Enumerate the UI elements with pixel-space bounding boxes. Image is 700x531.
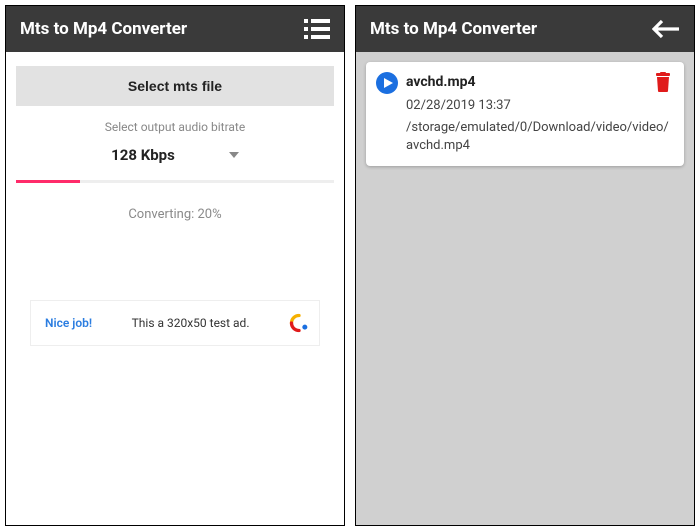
progress-bar <box>16 180 334 183</box>
admob-icon <box>289 313 309 333</box>
header-bar: Mts to Mp4 Converter <box>356 6 694 52</box>
chevron-down-icon <box>229 152 239 158</box>
output-list-screen: Mts to Mp4 Converter avchd.mp4 <box>355 5 695 526</box>
progress-text: Converting: 20% <box>16 207 334 222</box>
file-path: /storage/emulated/0/Download/video/video… <box>406 119 672 154</box>
file-name: avchd.mp4 <box>406 74 476 90</box>
file-date: 02/28/2019 13:37 <box>406 98 672 113</box>
play-button[interactable] <box>376 72 398 94</box>
main-content: Select mts file Select output audio bitr… <box>6 52 344 346</box>
back-button[interactable] <box>652 19 680 39</box>
progress-fill <box>16 180 80 183</box>
header-bar: Mts to Mp4 Converter <box>6 6 344 52</box>
select-file-label: Select mts file <box>128 78 222 94</box>
select-file-button[interactable]: Select mts file <box>16 66 334 106</box>
list-item[interactable]: avchd.mp4 02/28/2019 13:37 /storage/emul… <box>366 62 684 166</box>
ad-headline: Nice job! <box>45 316 92 330</box>
file-list: avchd.mp4 02/28/2019 13:37 /storage/emul… <box>356 52 694 176</box>
arrow-left-icon <box>652 19 680 39</box>
bitrate-value: 128 Kbps <box>111 146 175 164</box>
delete-button[interactable] <box>654 72 672 92</box>
play-icon <box>376 72 398 94</box>
menu-list-button[interactable] <box>304 18 330 40</box>
ad-body: This a 320x50 test ad. <box>114 316 267 330</box>
ad-banner[interactable]: Nice job! This a 320x50 test ad. <box>30 300 320 346</box>
converter-screen: Mts to Mp4 Converter Select mts file Sel… <box>5 5 345 526</box>
list-icon <box>304 18 330 40</box>
app-title: Mts to Mp4 Converter <box>20 19 187 39</box>
app-title: Mts to Mp4 Converter <box>370 19 537 39</box>
trash-icon <box>654 72 672 92</box>
bitrate-dropdown[interactable]: 128 Kbps <box>16 140 334 180</box>
bitrate-caption: Select output audio bitrate <box>16 120 334 134</box>
